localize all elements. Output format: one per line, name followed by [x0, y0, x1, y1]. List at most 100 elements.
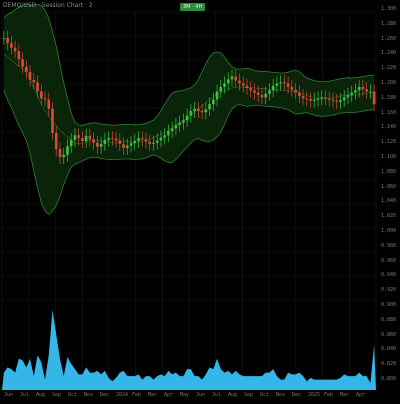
candle-body	[357, 86, 361, 91]
candle-body	[324, 97, 327, 99]
candle-body	[62, 154, 66, 158]
time-tick-label: Jun	[196, 392, 206, 398]
time-tick-label: Aug	[228, 392, 238, 398]
candle-body	[6, 37, 9, 44]
candle-body	[88, 135, 92, 140]
candle-body	[331, 99, 335, 101]
candle-body	[103, 139, 107, 144]
time-tick-label: 2025	[308, 392, 321, 398]
candle-body	[28, 71, 32, 80]
price-tick-label: 0.940	[380, 272, 396, 279]
candle-body	[219, 86, 223, 92]
candle-body	[185, 115, 189, 121]
time-tick-label: Mar	[340, 392, 350, 398]
candle-body	[36, 82, 39, 92]
candle-body	[155, 140, 159, 143]
candle-body	[54, 132, 58, 150]
candle-body	[372, 91, 376, 105]
candle-body	[10, 43, 13, 48]
candle-body	[298, 92, 301, 97]
candle-body	[58, 149, 62, 158]
candle-body	[346, 94, 350, 98]
candle-body	[129, 143, 133, 146]
price-tick-label: 0.800	[380, 376, 396, 382]
candle-body	[275, 83, 279, 86]
time-axis[interactable]: Jun Jul Aug Sep Oct Nov Dec 2024 Feb Mar Apr May Jun…	[0, 390, 378, 400]
candle-body	[170, 128, 174, 132]
candle-body	[13, 47, 17, 52]
candle-body	[182, 120, 185, 123]
time-tick-label: Aug	[36, 392, 46, 398]
candle-body	[200, 111, 204, 113]
time-tick-label: Mar	[148, 392, 158, 398]
candle-body	[271, 85, 275, 91]
time-tick-label: Jun	[4, 392, 14, 398]
time-tick-label: Oct	[68, 392, 78, 398]
candle-body	[92, 139, 95, 143]
candle-body	[163, 135, 166, 138]
candle-body	[327, 98, 331, 100]
chart-area[interactable]: DEMO/USD · Session Chart · 2 3M · 4H 1.3…	[0, 0, 400, 400]
candle-body	[144, 139, 148, 142]
candle-body	[140, 138, 144, 140]
candle-body	[39, 91, 43, 99]
price-tick-label: 0.860	[380, 331, 396, 338]
price-tick-label: 1.140	[380, 124, 396, 131]
candle-body	[294, 89, 297, 93]
candle-body	[125, 145, 129, 148]
candle-body	[204, 109, 208, 113]
candle-body	[21, 59, 24, 67]
candle-body	[212, 99, 215, 105]
candle-body	[301, 96, 305, 99]
candle-body	[47, 99, 51, 109]
time-tick-label: Nov	[84, 392, 94, 398]
candle-body	[193, 108, 196, 112]
candle-body	[84, 135, 88, 142]
candle-body	[354, 90, 357, 93]
candle-body	[365, 89, 368, 92]
candle-body	[283, 82, 286, 84]
time-tick-label: Sep	[244, 392, 254, 398]
time-tick-label: Feb	[132, 392, 142, 398]
price-tick-label: 0.840	[380, 346, 396, 353]
price-tick-label: 1.300	[380, 6, 396, 12]
price-chart-svg[interactable]	[0, 0, 400, 400]
candle-body	[234, 76, 238, 81]
candle-body	[133, 141, 137, 144]
candle-body	[208, 104, 211, 110]
price-tick-label: 1.120	[380, 139, 396, 146]
candle-body	[260, 94, 264, 98]
candle-body	[279, 82, 282, 84]
candle-body	[43, 98, 47, 100]
candle-body	[111, 138, 114, 139]
candle-body	[73, 135, 77, 140]
time-tick-label: Nov	[276, 392, 286, 398]
candle-body	[152, 142, 155, 144]
candle-body	[253, 90, 256, 93]
time-tick-label: Apr	[164, 392, 174, 398]
price-axis[interactable]: 1.300 1.280 1.260 1.240 1.220 1.200 1.180 1.160…	[378, 0, 400, 392]
candle-body	[174, 124, 178, 129]
time-tick-label: Jul	[212, 392, 222, 398]
candle-body	[2, 37, 6, 39]
candle-body	[369, 91, 372, 93]
candle-body	[148, 141, 152, 144]
candle-body	[309, 98, 312, 101]
time-tick-label: Dec	[100, 392, 110, 398]
price-tick-label: 1.260	[380, 35, 396, 42]
timeframe-badge[interactable]: 3M · 4H	[180, 3, 206, 11]
candle-body	[25, 66, 28, 72]
time-tick-label: Oct	[260, 392, 270, 398]
price-tick-label: 1.100	[380, 154, 396, 160]
candle-body	[316, 98, 320, 100]
candle-body	[189, 111, 193, 116]
candle-body	[238, 80, 241, 84]
time-tick-label: Sep	[52, 392, 62, 398]
price-tick-label: 1.180	[380, 94, 396, 101]
price-tick-label: 1.040	[380, 198, 396, 205]
candle-body	[361, 86, 365, 90]
candle-body	[350, 92, 353, 95]
price-tick-label: 1.240	[380, 50, 396, 57]
candle-body	[339, 100, 342, 102]
candle-body	[226, 79, 230, 84]
